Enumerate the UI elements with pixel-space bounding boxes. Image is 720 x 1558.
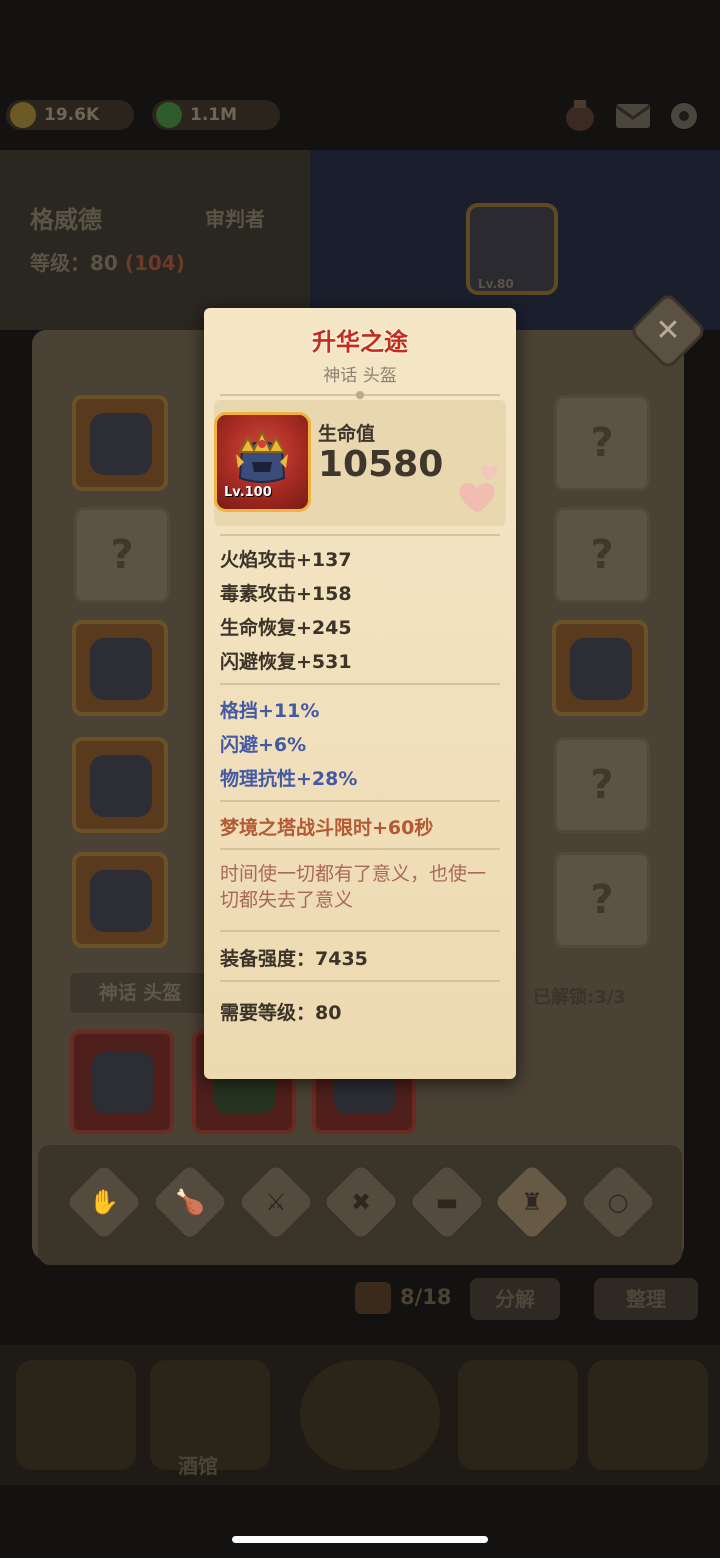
bag-count: 8/18 bbox=[400, 1285, 452, 1309]
inventory-slot-locked[interactable]: ? bbox=[554, 852, 650, 948]
base-stat: 火焰攻击+137 bbox=[220, 549, 352, 571]
unlock-progress: 已解锁:3/3 bbox=[533, 987, 626, 1008]
crowned-helmet-icon bbox=[230, 428, 294, 490]
item-tooltip: 升华之途 神话 头盔 Lv.100 生命值 10580 火焰攻击+137 毒素攻… bbox=[204, 308, 516, 1079]
divider bbox=[220, 980, 500, 982]
mythic-slot[interactable] bbox=[70, 1030, 174, 1134]
inventory-slot-locked[interactable]: ? bbox=[554, 395, 650, 491]
divider bbox=[220, 534, 500, 536]
gem-icon bbox=[156, 102, 182, 128]
equipped-level: Lv.80 bbox=[478, 277, 514, 291]
sword-icon: ⚔ bbox=[265, 1188, 287, 1216]
bonus-stat: 闪避+6% bbox=[220, 734, 307, 756]
base-stat: 毒素攻击+158 bbox=[220, 583, 352, 605]
hood-icon bbox=[90, 638, 152, 700]
coin-counter[interactable]: 19.6K bbox=[6, 100, 134, 130]
home-indicator[interactable] bbox=[232, 1536, 488, 1543]
skull-helmet-icon bbox=[92, 1052, 154, 1114]
inventory-slot-locked[interactable]: ? bbox=[554, 737, 650, 833]
coin-icon bbox=[10, 102, 36, 128]
nav-tavern-label: 酒馆 bbox=[178, 1454, 218, 1478]
helmet-icon: ♜ bbox=[521, 1188, 543, 1216]
divider bbox=[220, 848, 500, 850]
equipped-helmet-slot[interactable]: Lv.80 bbox=[466, 203, 558, 295]
inventory-slot[interactable] bbox=[72, 737, 168, 833]
divider-dot bbox=[356, 391, 364, 399]
hero-level: 等级：80 (104) bbox=[30, 247, 185, 276]
gem-counter[interactable]: 1.1M bbox=[152, 100, 280, 130]
shield-icon: ✖ bbox=[350, 1188, 372, 1216]
divider bbox=[220, 683, 500, 685]
book-icon: ▬ bbox=[435, 1188, 459, 1216]
drumstick-icon: 🍗 bbox=[175, 1188, 205, 1216]
nav-crown[interactable] bbox=[458, 1360, 578, 1470]
item-title: 升华之途 bbox=[312, 328, 408, 356]
item-subtitle: 神话 头盔 bbox=[323, 366, 397, 386]
coin-amount: 19.6K bbox=[44, 105, 100, 125]
inventory-slot-locked[interactable]: ? bbox=[74, 507, 170, 603]
lore-text: 时间使一切都有了意义，也使一切都失去了意义 bbox=[220, 863, 487, 911]
inventory-slot[interactable] bbox=[72, 852, 168, 948]
bag-icon bbox=[355, 1282, 391, 1314]
gem-amount: 1.1M bbox=[190, 105, 238, 125]
nav-battle[interactable] bbox=[300, 1360, 440, 1470]
mail-icon[interactable] bbox=[613, 98, 653, 134]
inventory-slot-locked[interactable]: ? bbox=[554, 507, 650, 603]
inventory-slot[interactable] bbox=[72, 395, 168, 491]
helmet-icon bbox=[90, 413, 152, 475]
hero-role: 审判者 bbox=[205, 207, 265, 231]
wizard-hat-icon bbox=[90, 870, 152, 932]
hero-info-panel bbox=[0, 150, 310, 330]
required-level: 需要等级：80 bbox=[220, 1002, 342, 1024]
hero-level-label: 等级：80 bbox=[30, 251, 118, 275]
divider bbox=[220, 800, 500, 802]
item-level: Lv.100 bbox=[224, 485, 272, 500]
gear-score: 装备强度：7435 bbox=[220, 948, 368, 970]
inventory-slot[interactable] bbox=[72, 620, 168, 716]
nav-home[interactable] bbox=[16, 1360, 136, 1470]
hearts-icon bbox=[452, 458, 502, 518]
base-stat: 闪避恢复+531 bbox=[220, 651, 352, 673]
hand-icon: ✋ bbox=[89, 1188, 119, 1216]
inventory-slot[interactable] bbox=[552, 620, 648, 716]
primary-stat-name: 生命值 bbox=[318, 423, 376, 445]
organize-button[interactable]: 整理 bbox=[594, 1278, 698, 1320]
divider bbox=[220, 930, 500, 932]
potion-icon[interactable] bbox=[560, 98, 600, 134]
hero-level-bonus: (104) bbox=[124, 251, 185, 275]
special-effect: 梦境之塔战斗限时+60秒 bbox=[220, 817, 434, 839]
helmet-icon bbox=[90, 755, 152, 817]
gear-icon[interactable] bbox=[664, 98, 704, 134]
close-icon[interactable]: ✕ bbox=[640, 303, 696, 359]
base-stat: 生命恢复+245 bbox=[220, 617, 352, 639]
section-tab-mythic-helmet: 神话 头盔 bbox=[70, 973, 210, 1013]
primary-stat-value: 10580 bbox=[318, 444, 444, 485]
wizard-hat-icon bbox=[570, 638, 632, 700]
ring-icon: ○ bbox=[607, 1188, 629, 1216]
bonus-stat: 物理抗性+28% bbox=[220, 768, 358, 790]
hero-name: 格威德 bbox=[30, 206, 102, 234]
bonus-stat: 格挡+11% bbox=[220, 700, 320, 722]
nav-forge[interactable] bbox=[588, 1360, 708, 1470]
decompose-button[interactable]: 分解 bbox=[470, 1278, 560, 1320]
